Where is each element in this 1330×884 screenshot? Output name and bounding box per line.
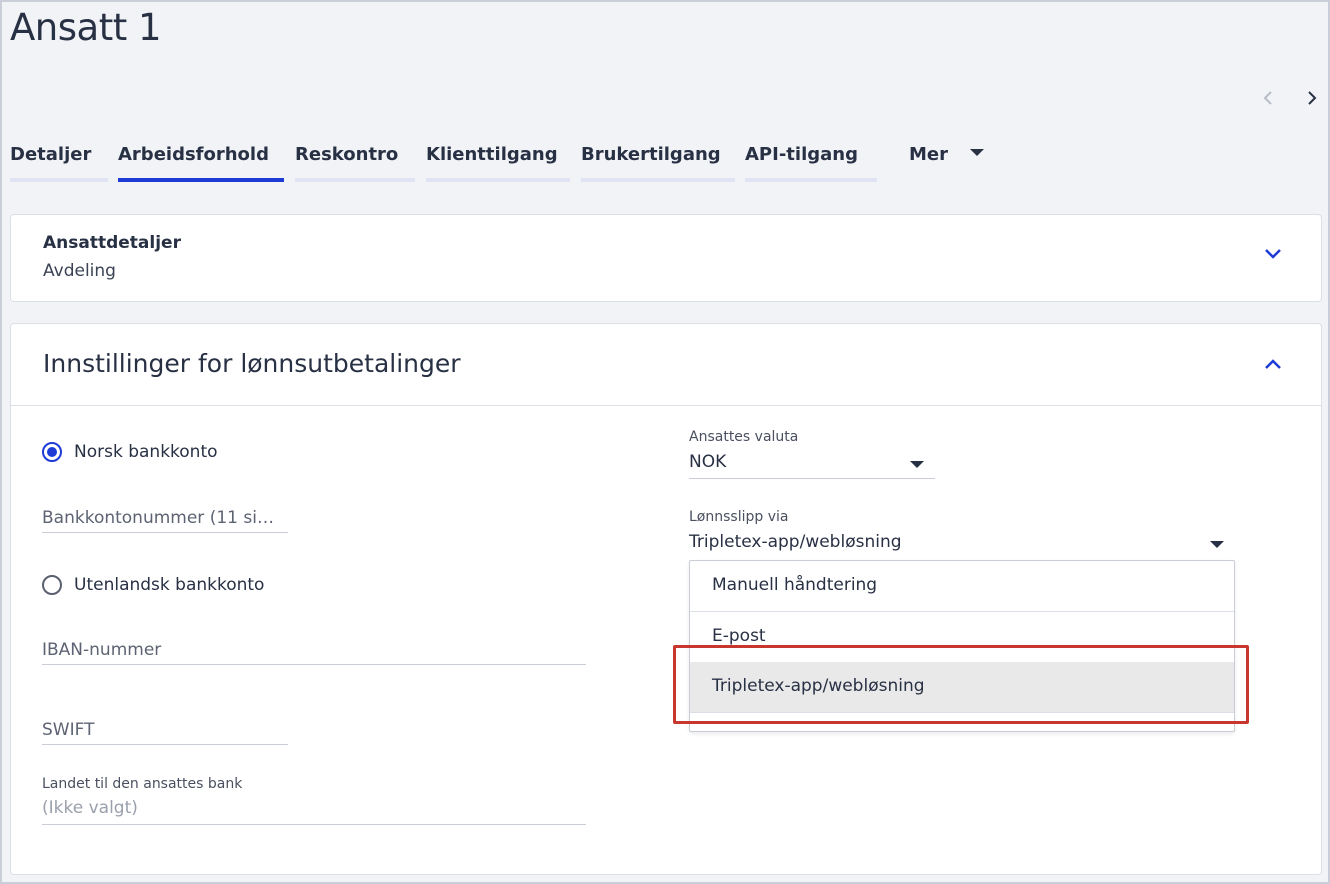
- account-number-underline: [42, 532, 288, 533]
- iban-underline: [42, 664, 586, 665]
- chevron-left-icon[interactable]: [1257, 85, 1281, 109]
- section-title: Innstillinger for lønnsutbetalinger: [43, 349, 461, 378]
- payroll-settings-header[interactable]: Innstillinger for lønnsutbetalinger: [11, 324, 1321, 406]
- tab-reskontro[interactable]: Reskontro: [295, 142, 415, 182]
- bank-country-underline: [42, 824, 586, 825]
- swift-underline: [42, 744, 288, 745]
- bank-country-select[interactable]: (Ikke valgt): [42, 798, 138, 818]
- norsk-bankkonto-radio[interactable]: [42, 442, 62, 462]
- currency-select[interactable]: NOK: [689, 452, 726, 472]
- employee-details-card[interactable]: Ansattdetaljer Avdeling: [10, 214, 1322, 302]
- payslip-caret-icon[interactable]: [1210, 541, 1224, 548]
- currency-caret-icon[interactable]: [910, 461, 924, 468]
- account-number-input[interactable]: Bankkontonummer (11 si…: [42, 508, 274, 528]
- option-manuell-handtering[interactable]: Manuell håndtering: [690, 561, 1234, 612]
- currency-label: Ansattes valuta: [689, 429, 799, 445]
- utenlandsk-bankkonto-radio[interactable]: [42, 575, 62, 595]
- tab-klienttilgang[interactable]: Klienttilgang: [426, 142, 570, 182]
- payslip-select[interactable]: Tripletex-app/webløsning: [689, 532, 902, 552]
- tab-api-tilgang[interactable]: API-tilgang: [745, 142, 877, 182]
- section-title: Ansattdetaljer: [43, 233, 181, 253]
- norsk-bankkonto-label: Norsk bankkonto: [74, 442, 218, 462]
- app-frame: Ansatt 1 Detaljer Arbeidsforhold Reskont…: [0, 0, 1330, 884]
- iban-input[interactable]: IBAN-nummer: [42, 640, 161, 660]
- chevron-right-icon[interactable]: [1299, 85, 1323, 109]
- highlight-annotation: [673, 645, 1249, 724]
- section-subtitle: Avdeling: [43, 261, 116, 281]
- chevron-down-icon[interactable]: [1263, 243, 1283, 263]
- tab-detaljer[interactable]: Detaljer: [10, 142, 108, 182]
- chevron-down-icon: [970, 149, 984, 158]
- swift-input[interactable]: SWIFT: [42, 720, 94, 740]
- tab-brukertilgang[interactable]: Brukertilgang: [581, 142, 735, 182]
- page-title: Ansatt 1: [10, 6, 162, 49]
- currency-underline: [689, 478, 935, 479]
- tab-more[interactable]: Mer: [909, 142, 1009, 182]
- bank-country-label: Landet til den ansattes bank: [42, 776, 243, 792]
- chevron-up-icon[interactable]: [1263, 354, 1283, 374]
- payslip-label: Lønnsslipp via: [689, 509, 789, 525]
- utenlandsk-bankkonto-label: Utenlandsk bankkonto: [74, 575, 265, 595]
- tab-arbeidsforhold[interactable]: Arbeidsforhold: [118, 142, 284, 182]
- more-label: Mer: [909, 144, 948, 165]
